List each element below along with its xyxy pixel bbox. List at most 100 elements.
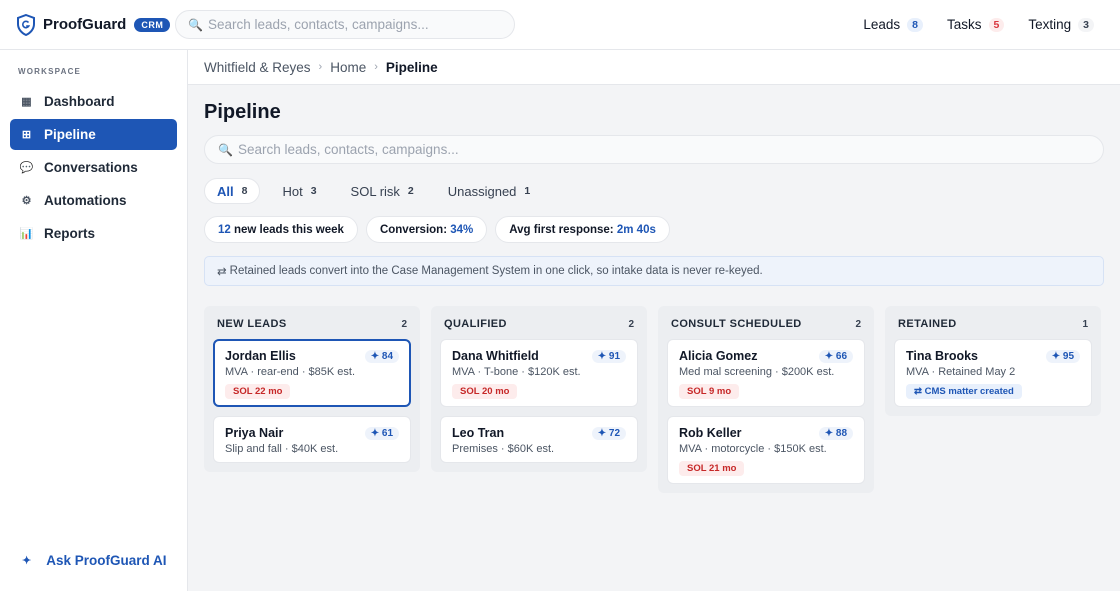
ask-ai-label: Ask ProofGuard AI (46, 553, 167, 568)
sync-arrows-icon: ⇄ (217, 266, 227, 278)
lead-card[interactable]: Dana Whitfield ✦ 91 MVA · T-bone · $120K… (440, 339, 638, 407)
sidebar-item-dashboard[interactable]: ▦ Dashboard (10, 86, 177, 117)
lead-card[interactable]: Tina Brooks ✦ 95 MVA · Retained May 2 ⇄ … (894, 339, 1092, 407)
sol-tag: SOL 21 mo (679, 461, 745, 476)
chevron-right-icon: › (318, 61, 323, 73)
filter-label: Unassigned (447, 183, 517, 199)
column-title: QUALIFIED (444, 318, 507, 330)
stat-value: 2m 40s (616, 223, 656, 236)
pipeline-search-placeholder: Search leads, contacts, campaigns... (237, 142, 459, 157)
brand[interactable]: ProofGuard CRM (0, 13, 176, 36)
lead-meta: Med mal screening · $200K est. (679, 366, 835, 378)
stat-new-leads: 12 new leads this week (204, 216, 358, 243)
column-new-leads: NEW LEADS 2 Jordan Ellis ✦ 84 MVA · rear… (204, 306, 420, 472)
top-nav-label: Tasks (947, 17, 982, 32)
lead-meta: MVA · rear-end · $85K est. (225, 366, 356, 378)
column-title: NEW LEADS (217, 318, 287, 330)
lead-card[interactable]: Jordan Ellis ✦ 84 MVA · rear-end · $85K … (213, 339, 411, 407)
lead-score-badge: ✦ 84 (364, 349, 399, 363)
top-nav-label: Texting (1028, 17, 1072, 32)
top-bar: ProofGuard CRM 🔍 Search leads, contacts,… (0, 0, 1120, 50)
ask-ai-button[interactable]: ✦ Ask ProofGuard AI (22, 553, 167, 568)
search-icon: 🔍 (188, 17, 203, 32)
lead-name: Tina Brooks (906, 349, 979, 363)
filter-label: SOL risk (350, 183, 400, 199)
stat-first-response: Avg first response: 2m 40s (495, 216, 670, 243)
lead-score-badge: ✦ 72 (591, 426, 626, 440)
lead-card[interactable]: Alicia Gomez ✦ 66 Med mal screening · $2… (667, 339, 865, 407)
pipeline-search-input[interactable]: 🔍 Search leads, contacts, campaigns... (204, 135, 1104, 164)
filter-label: Hot (282, 183, 303, 199)
filter-all[interactable]: All 8 (204, 178, 261, 204)
count-badge: 8 (907, 17, 924, 32)
grid-icon: ▦ (21, 96, 32, 108)
breadcrumb-firm[interactable]: Whitfield & Reyes (204, 60, 311, 75)
top-nav-leads[interactable]: Leads 8 (863, 17, 924, 32)
filter-tabs: All 8 Hot 3 SOL risk 2 Unassigned 1 (204, 178, 552, 204)
lead-card[interactable]: Rob Keller ✦ 88 MVA · motorcycle · $150K… (667, 416, 865, 484)
lead-score-badge: ✦ 95 (1045, 349, 1080, 363)
stat-label: Conversion: (379, 223, 448, 236)
sidebar-item-label: Automations (44, 193, 127, 208)
sidebar: WORKSPACE ▦ Dashboard ⊞ Pipeline 💬 Conve… (0, 50, 188, 591)
lead-meta: Slip and fall · $40K est. (225, 443, 339, 455)
lead-meta: Premises · $60K est. (452, 443, 555, 455)
lead-score-badge: ✦ 61 (364, 426, 399, 440)
lead-name: Priya Nair (225, 426, 284, 440)
column-header: RETAINED 1 (894, 313, 1092, 335)
filter-label: All (217, 183, 234, 199)
stat-label: new leads this week (234, 223, 344, 236)
top-nav-tasks[interactable]: Tasks 5 (947, 17, 1005, 32)
info-text: Retained leads convert into the Case Man… (229, 265, 763, 277)
column-header: NEW LEADS 2 (213, 313, 411, 335)
column-count: 1 (1082, 318, 1088, 330)
sidebar-item-conversations[interactable]: 💬 Conversations (10, 152, 177, 183)
column-count: 2 (401, 318, 407, 330)
lead-name: Jordan Ellis (225, 349, 296, 363)
brand-name: ProofGuard (43, 16, 127, 33)
lead-meta: MVA · Retained May 2 (906, 366, 1016, 378)
filter-hot[interactable]: Hot 3 (270, 178, 328, 204)
filter-sol-risk[interactable]: SOL risk 2 (339, 178, 426, 204)
breadcrumb-current: Pipeline (385, 59, 438, 75)
breadcrumb-home[interactable]: Home (330, 60, 366, 75)
global-search-input[interactable]: 🔍 Search leads, contacts, campaigns... (175, 10, 515, 39)
pipeline-board: NEW LEADS 2 Jordan Ellis ✦ 84 MVA · rear… (204, 306, 1112, 493)
sidebar-item-automations[interactable]: ⚙ Automations (10, 185, 177, 216)
lead-name: Dana Whitfield (452, 349, 539, 363)
lead-card[interactable]: Priya Nair ✦ 61 Slip and fall · $40K est… (213, 416, 411, 463)
column-header: QUALIFIED 2 (440, 313, 638, 335)
chat-icon: 💬 (19, 162, 34, 174)
lead-score-badge: ✦ 66 (818, 349, 853, 363)
lead-name: Leo Tran (452, 426, 505, 440)
lead-card[interactable]: Leo Tran ✦ 72 Premises · $60K est. (440, 416, 638, 463)
filter-count: 1 (524, 185, 531, 197)
global-search-placeholder: Search leads, contacts, campaigns... (207, 17, 429, 32)
filter-count: 8 (241, 185, 248, 197)
sidebar-item-reports[interactable]: 📊 Reports (10, 218, 177, 249)
column-qualified: QUALIFIED 2 Dana Whitfield ✦ 91 MVA · T-… (431, 306, 647, 472)
sidebar-item-label: Pipeline (44, 127, 96, 142)
top-nav-label: Leads (863, 17, 901, 32)
top-nav: Leads 8 Tasks 5 Texting 3 (839, 17, 1120, 32)
column-count: 2 (628, 318, 634, 330)
filter-count: 2 (407, 185, 414, 197)
info-banner: ⇄ Retained leads convert into the Case M… (204, 256, 1104, 286)
lead-name: Alicia Gomez (679, 349, 758, 363)
chevron-right-icon: › (374, 61, 378, 73)
count-badge: 5 (988, 17, 1005, 32)
stats-row: 12 new leads this week Conversion: 34% A… (204, 216, 678, 243)
lead-score-badge: ✦ 88 (818, 426, 853, 440)
lead-meta: MVA · T-bone · $120K est. (452, 366, 581, 378)
bar-chart-icon: 📊 (19, 228, 34, 240)
main-content: Whitfield & Reyes › Home › Pipeline Pipe… (188, 50, 1120, 591)
top-nav-texting[interactable]: Texting 3 (1028, 17, 1094, 32)
sol-tag: SOL 22 mo (225, 384, 291, 399)
stat-value: 12 (218, 223, 231, 236)
breadcrumb: Whitfield & Reyes › Home › Pipeline (188, 50, 1120, 85)
sidebar-item-pipeline[interactable]: ⊞ Pipeline (10, 119, 177, 150)
filter-unassigned[interactable]: Unassigned 1 (436, 178, 543, 204)
stat-label: Avg first response: (509, 223, 614, 236)
search-icon: 🔍 (218, 142, 233, 157)
sidebar-item-label: Reports (44, 226, 96, 241)
